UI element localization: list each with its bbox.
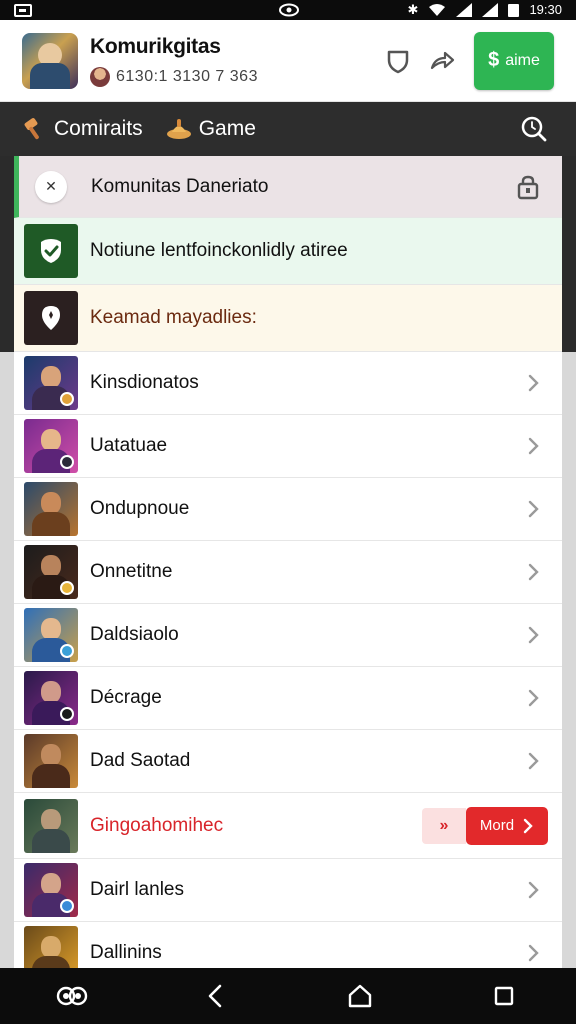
avatar bbox=[24, 671, 78, 725]
owl-icon bbox=[56, 986, 88, 1006]
list-item-label: Dairl lanles bbox=[90, 879, 184, 900]
assistant-button[interactable] bbox=[48, 972, 96, 1020]
eye-icon bbox=[279, 3, 299, 17]
tab-community[interactable]: Comiraits bbox=[22, 116, 143, 142]
signal-icon-2 bbox=[482, 3, 499, 17]
list-item[interactable]: Dallinins bbox=[14, 922, 562, 968]
more-button-label: Mord bbox=[479, 817, 515, 834]
list-item[interactable]: Ondupnoue bbox=[14, 478, 562, 541]
join-button[interactable]: $ aime bbox=[474, 31, 554, 90]
chevron-right-icon bbox=[528, 944, 539, 962]
list-item-label: Daldsiaolo bbox=[90, 624, 179, 645]
list-item[interactable]: Gingoahomihec » Mord bbox=[14, 793, 562, 859]
battery-icon bbox=[508, 3, 520, 17]
avatar bbox=[24, 356, 78, 410]
share-button[interactable] bbox=[424, 43, 460, 79]
tab-game[interactable]: Game bbox=[165, 116, 256, 142]
list-item-label: Dallinins bbox=[90, 942, 162, 963]
game-icon bbox=[166, 119, 191, 139]
lock-button[interactable] bbox=[514, 173, 542, 201]
notice-row[interactable]: Notiune lentfoinckonlidly atiree bbox=[14, 218, 562, 285]
list-item-label: Décrage bbox=[90, 687, 162, 708]
nav-bar: Comiraits Game bbox=[0, 102, 576, 156]
avatar bbox=[24, 798, 78, 853]
home-button[interactable] bbox=[336, 972, 384, 1020]
wifi-icon bbox=[429, 4, 446, 16]
location-pin-icon bbox=[24, 291, 78, 345]
tab-community-label: Comiraits bbox=[54, 117, 143, 140]
hammer-icon bbox=[24, 118, 39, 140]
list-item-label: Ondupnoue bbox=[90, 498, 190, 519]
chevron-right-icon bbox=[528, 500, 539, 518]
close-button[interactable]: ✕ bbox=[35, 170, 67, 203]
panel-title: Komunitas Daneriato bbox=[91, 175, 269, 197]
app-header: Komurikgitas 6130:1 3130 7 363 $ aime bbox=[0, 20, 576, 102]
search-icon bbox=[521, 116, 547, 142]
avatar bbox=[24, 926, 78, 968]
panel-header: ✕ Komunitas Daneriato bbox=[14, 156, 562, 218]
chevron-right-icon bbox=[528, 881, 539, 899]
avatar bbox=[24, 419, 78, 473]
side-light-right bbox=[562, 352, 576, 968]
chevron-right-icon bbox=[523, 818, 533, 833]
lock-icon bbox=[517, 175, 539, 199]
search-button[interactable] bbox=[514, 109, 554, 149]
back-icon bbox=[208, 984, 222, 1008]
chevron-right-icon bbox=[528, 626, 539, 644]
chevron-right-icon bbox=[528, 437, 539, 455]
chevron-right-icon bbox=[528, 563, 539, 581]
warning-text: Keamad mayadlies: bbox=[90, 307, 257, 328]
close-icon: ✕ bbox=[45, 178, 57, 194]
join-button-label: aime bbox=[505, 51, 540, 69]
list-item[interactable]: Dad Saotad bbox=[14, 730, 562, 793]
home-icon bbox=[348, 984, 372, 1008]
avatar[interactable] bbox=[90, 66, 110, 87]
list-item[interactable]: Uatatuae bbox=[14, 415, 562, 478]
recents-button[interactable] bbox=[480, 972, 528, 1020]
side-light-left bbox=[0, 352, 14, 968]
more-group: » Mord bbox=[422, 806, 548, 845]
avatar bbox=[24, 545, 78, 599]
list-item[interactable]: Kinsdionatos bbox=[14, 352, 562, 415]
chevron-right-icon bbox=[528, 689, 539, 707]
list-item[interactable]: Daldsiaolo bbox=[14, 604, 562, 667]
share-arrow-icon bbox=[430, 51, 455, 69]
system-nav-bar bbox=[0, 968, 576, 1024]
bookmark-icon bbox=[387, 50, 409, 73]
tab-game-label: Game bbox=[198, 117, 256, 140]
bluetooth-icon: ✱ bbox=[407, 2, 419, 17]
back-button[interactable] bbox=[192, 972, 240, 1020]
more-button[interactable]: Mord bbox=[466, 806, 548, 845]
list-item-label: Dad Saotad bbox=[90, 750, 191, 771]
warning-row[interactable]: Keamad mayadlies: bbox=[14, 285, 562, 352]
list-item-label: Gingoahomihec bbox=[90, 814, 224, 836]
notification-icon bbox=[14, 3, 32, 17]
shield-check-icon bbox=[24, 224, 78, 278]
status-time: 19:30 bbox=[529, 2, 562, 17]
list-item[interactable]: Dairl lanles bbox=[14, 859, 562, 922]
chevron-right-icon bbox=[528, 374, 539, 392]
bookmark-button[interactable] bbox=[380, 43, 416, 79]
app-logo[interactable] bbox=[22, 32, 78, 89]
avatar bbox=[24, 863, 78, 917]
signal-icon bbox=[456, 3, 473, 17]
avatar bbox=[24, 608, 78, 662]
list-item-label: Onnetitne bbox=[90, 561, 173, 582]
status-bar: ✱ 19:30 bbox=[0, 0, 576, 20]
avatar bbox=[24, 482, 78, 536]
community-panel: ✕ Komunitas Daneriato Notiune lentfoinck… bbox=[14, 156, 562, 968]
chevron-right-icon bbox=[528, 752, 539, 770]
avatar bbox=[24, 734, 78, 788]
double-arrow-icon: » bbox=[422, 807, 466, 844]
list-item[interactable]: Onnetitne bbox=[14, 541, 562, 604]
app-title: Komurikgitas bbox=[90, 34, 221, 58]
recents-icon bbox=[494, 986, 514, 1006]
dollar-icon: $ bbox=[488, 49, 500, 71]
list-item-label: Uatatuae bbox=[90, 435, 168, 456]
list-item[interactable]: Décrage bbox=[14, 667, 562, 730]
list-item-label: Kinsdionatos bbox=[90, 372, 199, 393]
notice-text: Notiune lentfoinckonlidly atiree bbox=[90, 240, 348, 261]
app-subtitle: 6130:1 3130 7 363 bbox=[116, 67, 258, 85]
